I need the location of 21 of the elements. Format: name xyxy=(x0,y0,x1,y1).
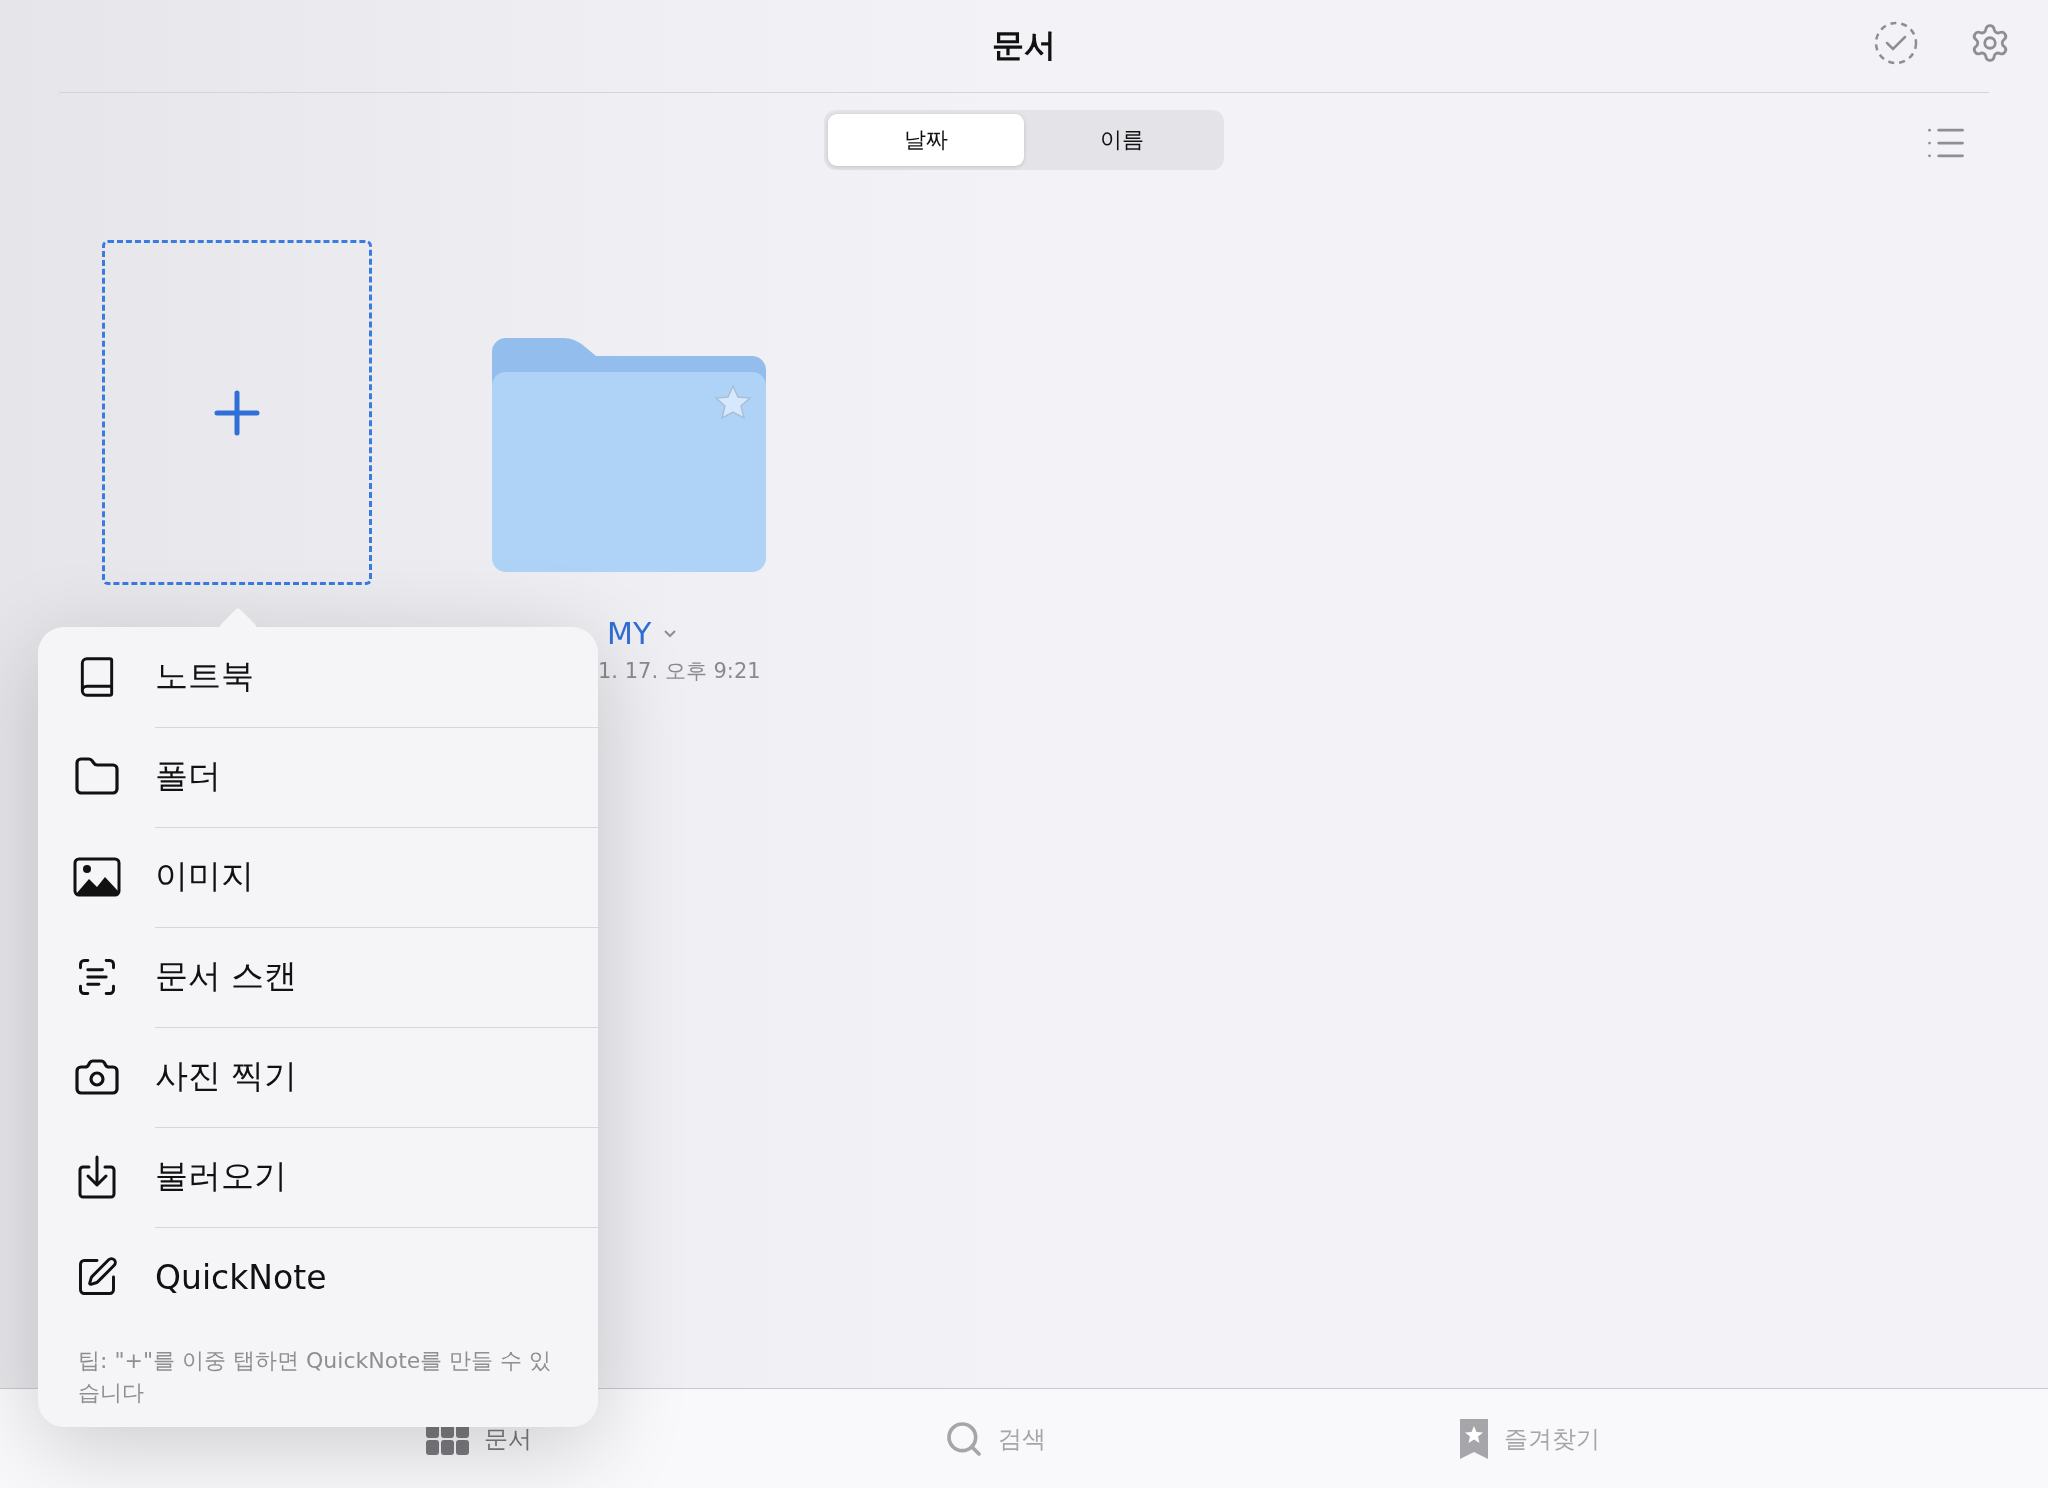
menu-item[interactable]: 폴더 xyxy=(38,727,598,827)
menu-item[interactable]: 사진 찍기 xyxy=(38,1027,598,1127)
menu-item[interactable]: 노트북 xyxy=(38,627,598,727)
import-icon xyxy=(76,1155,117,1199)
chevron-down-icon[interactable] xyxy=(663,629,678,638)
page-title: 문서 xyxy=(992,25,1056,66)
menu-item[interactable]: 불러오기 xyxy=(38,1127,598,1227)
folder-date: 1. 17. 오후 9:21 xyxy=(598,658,761,685)
select-icon[interactable] xyxy=(1873,20,1919,66)
add-document-button[interactable] xyxy=(102,240,372,585)
menu-item[interactable]: QuickNote xyxy=(38,1227,598,1327)
sort-tab[interactable]: 이름 xyxy=(1024,113,1220,166)
menu-item[interactable]: 문서 스캔 xyxy=(38,927,598,1027)
image-icon xyxy=(72,857,121,897)
bookmark-star-icon xyxy=(1458,1416,1490,1461)
tip-text: 팁: "+"를 이중 탭하면 QuickNote를 만들 수 있습니다 xyxy=(78,1347,553,1407)
plus-icon xyxy=(214,389,260,436)
folder-name[interactable]: MY xyxy=(607,616,652,651)
folder-icon[interactable] xyxy=(492,336,766,572)
menu-item[interactable]: 이미지 xyxy=(38,827,598,927)
sort-tab[interactable]: 날짜 xyxy=(828,113,1024,166)
